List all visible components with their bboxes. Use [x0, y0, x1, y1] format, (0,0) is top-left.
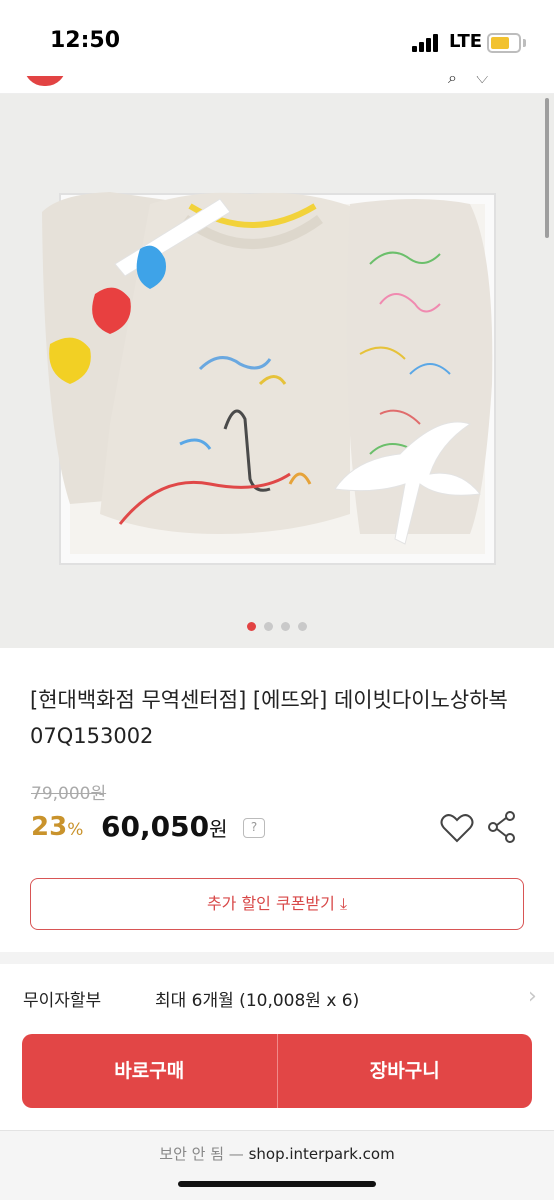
heart-icon[interactable] [440, 812, 474, 844]
battery-tip [523, 39, 526, 47]
gallery-dot[interactable] [247, 622, 256, 631]
insecure-label: 보안 안 됨 — [159, 1145, 244, 1163]
original-price: 79,000원 [31, 784, 107, 804]
product-title: [현대백화점 무역센터점] [에뜨와] 데이빗다이노상하복 07Q153002 [30, 688, 508, 748]
product-photo [42, 192, 496, 565]
browser-url-bar[interactable]: 보안 안 됨 — shop.interpark.com [0, 1130, 554, 1200]
price-value: 60,050 [101, 810, 210, 843]
discount-rate: 23% [31, 812, 83, 842]
coupon-label: 추가 할인 쿠폰받기 [206, 894, 335, 913]
gallery-pagination[interactable] [0, 622, 554, 634]
buy-now-button[interactable]: 바로구매 [22, 1034, 277, 1108]
gallery-dot[interactable] [298, 622, 307, 631]
scrollbar[interactable] [545, 98, 549, 238]
sale-price: 60,050원 [101, 810, 227, 843]
download-icon: ⤓ [339, 894, 348, 913]
app-header: ⌕♡ [0, 76, 554, 94]
discount-unit: % [67, 820, 84, 840]
url-host: shop.interpark.com [248, 1145, 395, 1163]
network-type: LTE [449, 31, 483, 52]
share-icon[interactable] [487, 810, 517, 844]
section-divider [0, 952, 554, 964]
cellular-signal-icon [412, 34, 442, 52]
status-bar: 12:50 LTE [0, 0, 554, 76]
status-time: 12:50 [50, 28, 121, 53]
product-image[interactable] [0, 94, 554, 648]
header-icons[interactable]: ⌕♡ [448, 76, 507, 88]
url-display[interactable]: 보안 안 됨 — shop.interpark.com [0, 1143, 554, 1164]
discount-value: 23 [31, 812, 68, 842]
gallery-dot[interactable] [264, 622, 273, 631]
price-unit: 원 [209, 817, 228, 841]
add-to-cart-button[interactable]: 장바구니 [278, 1034, 533, 1108]
coupon-download-button[interactable]: 추가 할인 쿠폰받기 ⤓ [30, 878, 524, 930]
installment-row[interactable]: 무이자할부 최대 6개월 (10,008원 x 6) › [0, 966, 554, 1028]
installment-value: 최대 6개월 (10,008원 x 6) [155, 991, 360, 1011]
price-help-icon[interactable]: ? [243, 818, 265, 838]
logo-icon[interactable] [24, 76, 66, 86]
installment-label: 무이자할부 [23, 991, 102, 1011]
battery-icon [487, 33, 521, 53]
chevron-right-icon[interactable]: › [528, 984, 537, 1009]
home-indicator[interactable] [178, 1181, 376, 1187]
action-bar: 바로구매 장바구니 [22, 1034, 532, 1108]
gallery-dot[interactable] [281, 622, 290, 631]
